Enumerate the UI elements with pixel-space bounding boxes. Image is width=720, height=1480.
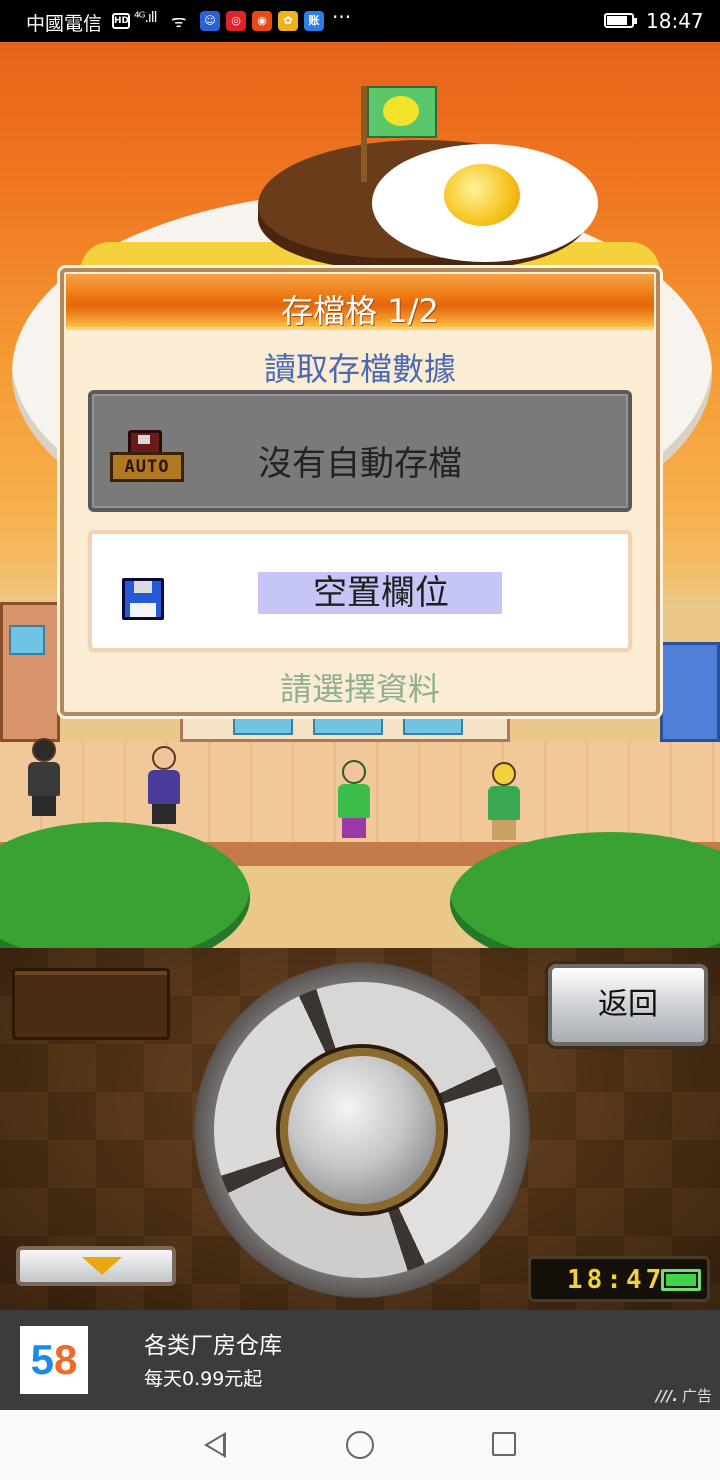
baidu-app-icon: ☺ xyxy=(200,11,220,31)
egg-yolk-illustration xyxy=(444,164,520,226)
status-time: 18:47 xyxy=(646,9,704,33)
flag-icon xyxy=(367,86,437,138)
weibo-icon: ◉ xyxy=(252,11,272,31)
player-character-sprite xyxy=(334,760,372,840)
townsperson-sprite xyxy=(484,762,522,842)
back-button[interactable]: 返回 xyxy=(548,964,708,1046)
game-clock-time: 18:47 xyxy=(567,1265,666,1295)
ad-network-icon: ///. xyxy=(655,1387,678,1405)
floppy-disk-icon xyxy=(122,578,164,620)
dialog-hint: 請選擇資料 xyxy=(279,670,440,708)
home-nav-icon[interactable] xyxy=(346,1431,374,1459)
carrier-name: 中國電信 xyxy=(26,13,103,35)
dialog-title: 存檔格 1/2 xyxy=(281,292,439,330)
more-notifications-icon: ··· xyxy=(332,5,352,29)
ad-title: 各类厂房仓库 xyxy=(144,1333,282,1359)
hd-voice-icon: HD xyxy=(112,13,130,29)
save-slot-1[interactable]: 空置欄位 xyxy=(88,530,632,652)
ad-banner[interactable]: 58 各类厂房仓库 每天0.99元起 ///. 广告 xyxy=(0,1310,720,1410)
netease-music-icon: ◎ xyxy=(226,11,246,31)
wifi-icon: ᯤ xyxy=(171,12,187,32)
menu-slot xyxy=(12,968,170,1040)
signal-strength-icon: ⁴ᴳ.ıll xyxy=(134,10,158,26)
control-panel: 返回 18:47 xyxy=(0,948,720,1310)
load-save-dialog: 存檔格 1/2 讀取存檔數據 AUTO 沒有自動存檔 空置欄位 請選擇資料 xyxy=(60,268,660,716)
back-nav-icon[interactable] xyxy=(204,1432,226,1458)
ad-subtitle: 每天0.99元起 xyxy=(144,1368,263,1390)
game-battery-icon xyxy=(661,1269,701,1291)
building xyxy=(0,602,60,742)
ad-logo: 58 xyxy=(20,1326,88,1394)
building xyxy=(660,642,720,742)
dialog-subtitle: 讀取存檔數據 xyxy=(263,350,456,388)
townsperson-sprite xyxy=(144,746,182,826)
game-clock: 18:47 xyxy=(528,1256,710,1302)
townsperson-sprite xyxy=(24,738,62,818)
empty-slot-label: 空置欄位 xyxy=(258,572,502,614)
dpad-center-button[interactable] xyxy=(280,1048,444,1212)
system-nav-bar xyxy=(0,1410,720,1480)
directional-pad[interactable] xyxy=(194,962,530,1298)
fruit-app-icon: ✿ xyxy=(278,11,298,31)
status-bar: 中國電信 HD ⁴ᴳ.ıll ᯤ ☺ ◎ ◉ ✿ 账 ··· 18:47 xyxy=(0,0,720,42)
auto-save-slot[interactable]: AUTO 沒有自動存檔 xyxy=(88,390,632,512)
chevron-down-icon xyxy=(82,1257,122,1275)
recent-apps-icon[interactable] xyxy=(492,1432,516,1456)
auto-slot-label: 沒有自動存檔 xyxy=(258,444,462,484)
ad-tag: ///. 广告 xyxy=(655,1387,712,1405)
alipay-bill-icon: 账 xyxy=(304,11,324,31)
dialog-title-bar: 存檔格 1/2 xyxy=(66,274,654,330)
scroll-down-button[interactable] xyxy=(16,1246,176,1286)
battery-icon xyxy=(604,13,637,28)
